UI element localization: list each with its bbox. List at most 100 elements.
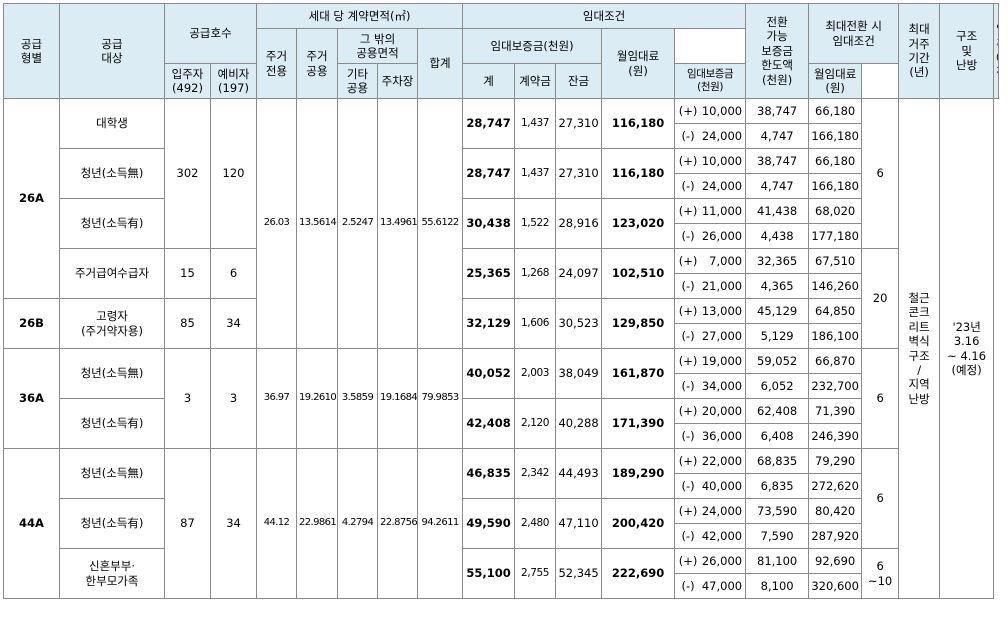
other-common-area-cell: 2.5247 (337, 98, 379, 349)
balance-cell: 40,288 (555, 398, 603, 449)
conv-amount: 20,000 (701, 403, 743, 418)
conv-sign: (-) (681, 578, 695, 593)
deposit-total-cell: 55,100 (462, 548, 516, 599)
monthly-rent-cell: 129,850 (601, 298, 676, 349)
convertible-limit-cell: (+) 10,000 (674, 148, 747, 174)
max-rent-cell: 177,180 (808, 223, 863, 249)
max-residence-cell: 20 (861, 248, 900, 349)
max-rent-cell: 166,180 (808, 123, 863, 149)
target-cell: 대학생 (59, 98, 165, 149)
max-rent-cell: 66,180 (808, 98, 863, 124)
down-payment-cell: 1,606 (514, 298, 557, 349)
header-monthly-rent: 월임대료 (원) (601, 28, 676, 99)
monthly-rent-cell: 116,180 (601, 148, 676, 199)
deposit-total-cell: 49,590 (462, 498, 516, 549)
down-payment-cell: 2,342 (514, 448, 557, 499)
target-cell: 청년(소득有) (59, 498, 165, 549)
max-deposit-cell: 41,438 (745, 198, 810, 224)
type-cell-26b: 26B (3, 298, 60, 349)
target-cell: 청년(소득有) (59, 398, 165, 449)
conv-sign: (+) (678, 153, 698, 168)
tenants-cell: 87 (164, 448, 211, 599)
down-payment-cell: 1,437 (514, 98, 557, 149)
reserve-cell: 6 (209, 248, 258, 299)
total-area-cell: 55.6122 (417, 98, 464, 349)
tenants-cell: 85 (164, 298, 211, 349)
exclusive-area-cell: 44.12 (256, 448, 298, 599)
down-payment-cell: 2,755 (514, 548, 557, 599)
convertible-limit-cell: (-) 40,000 (674, 473, 747, 499)
convertible-limit-cell: (-) 26,000 (674, 223, 747, 249)
max-rent-cell: 64,850 (808, 298, 863, 324)
other-common-area-cell: 3.5859 (337, 348, 379, 449)
max-rent-cell: 80,420 (808, 498, 863, 524)
conv-sign: (+) (678, 503, 698, 518)
conv-amount: 11,000 (701, 203, 743, 218)
reserve-cell: 34 (209, 298, 258, 349)
balance-cell: 44,493 (555, 448, 603, 499)
conv-amount: 22,000 (701, 453, 743, 468)
conv-sign: (+) (678, 203, 698, 218)
monthly-rent-cell: 222,690 (601, 548, 676, 599)
balance-cell: 24,097 (555, 248, 603, 299)
convertible-limit-cell: (-) 42,000 (674, 523, 747, 549)
convertible-limit-cell: (+) 13,000 (674, 298, 747, 324)
conv-sign: (-) (681, 278, 695, 293)
conv-amount: 24,000 (701, 503, 743, 518)
convertible-limit-cell: (+) 22,000 (674, 448, 747, 474)
header-deposit-total: 계 (462, 63, 516, 99)
deposit-total-cell: 42,408 (462, 398, 516, 449)
header-other-common: 기타 공용 (337, 63, 379, 99)
max-residence-cell: 6 (861, 448, 900, 549)
target-cell: 신혼부부· 한부모가족 (59, 548, 165, 599)
header-max-deposit: 임대보증금 (천원) (674, 63, 747, 99)
conv-amount: 42,000 (701, 528, 743, 543)
header-reserve: 예비자 (197) (209, 63, 258, 99)
max-deposit-cell: 32,365 (745, 248, 810, 274)
table-row: 신혼부부· 한부모가족 55,100 2,755 52,345 222,690 … (4, 548, 999, 599)
header-move-in: 입주 예정 (993, 3, 999, 99)
max-rent-cell: 246,390 (808, 423, 863, 449)
max-residence-cell: 6 (861, 348, 900, 449)
header-down-payment: 계약금 (514, 63, 557, 99)
max-rent-cell: 66,180 (808, 148, 863, 174)
deposit-total-cell: 46,835 (462, 448, 516, 499)
max-deposit-cell: 6,408 (745, 423, 810, 449)
parking-area-cell: 19.1684 (377, 348, 419, 449)
deposit-total-cell: 40,052 (462, 348, 516, 399)
table-row: 주거급여수급자 15 6 25,365 1,268 24,097 102,510… (4, 248, 999, 349)
supply-table-container: 공급 형별 공급 대상 공급호수 세대 당 계약면적(㎡) 임대조건 전환 가능… (3, 3, 999, 599)
max-deposit-cell: 73,590 (745, 498, 810, 524)
max-rent-cell: 186,100 (808, 323, 863, 349)
max-rent-cell: 320,600 (808, 573, 863, 599)
conv-sign: (-) (681, 178, 695, 193)
table-row: 26B 고령자 (주거약자용) 85 34 32,129 1,606 30,52… (3, 298, 999, 349)
monthly-rent-cell: 102,510 (601, 248, 676, 299)
header-area-per-unit: 세대 당 계약면적(㎡) (256, 3, 464, 29)
max-deposit-cell: 6,052 (745, 373, 810, 399)
table-row: 44A 청년(소득無) 87 34 44.12 22.9861 4.2794 2… (3, 448, 999, 599)
deposit-total-cell: 28,747 (462, 98, 516, 149)
parking-area-cell: 22.8756 (377, 448, 419, 599)
conv-amount: 26,000 (701, 553, 743, 568)
max-deposit-cell: 59,052 (745, 348, 810, 374)
table-row: 26A 대학생 302 120 26.03 13.5614 2.5247 13.… (3, 98, 999, 599)
header-total-area: 합계 (417, 28, 464, 99)
balance-cell: 27,310 (555, 148, 603, 199)
structure-cell: 철근 콘크 리트 벽식 구조 / 지역 난방 (898, 98, 941, 599)
down-payment-cell: 2,480 (514, 498, 557, 549)
conv-sign: (+) (678, 303, 698, 318)
convertible-limit-cell: (-) 21,000 (674, 273, 747, 299)
monthly-rent-cell: 189,290 (601, 448, 676, 499)
header-other-common-group: 그 밖의 공용면적 (337, 28, 419, 64)
max-residence-cell: 6 (861, 98, 900, 249)
max-rent-cell: 287,920 (808, 523, 863, 549)
other-common-area-cell: 4.2794 (337, 448, 379, 599)
target-cell: 청년(소득有) (59, 198, 165, 249)
supply-conditions-table: 공급 형별 공급 대상 공급호수 세대 당 계약면적(㎡) 임대조건 전환 가능… (3, 3, 999, 599)
conv-amount: 19,000 (701, 353, 743, 368)
convertible-limit-cell: (-) 34,000 (674, 373, 747, 399)
type-cell-36a: 36A (3, 348, 60, 449)
move-in-cell: '23년 3.16 ~ 4.16 (예정) (939, 98, 995, 599)
max-deposit-cell: 45,129 (745, 298, 810, 324)
